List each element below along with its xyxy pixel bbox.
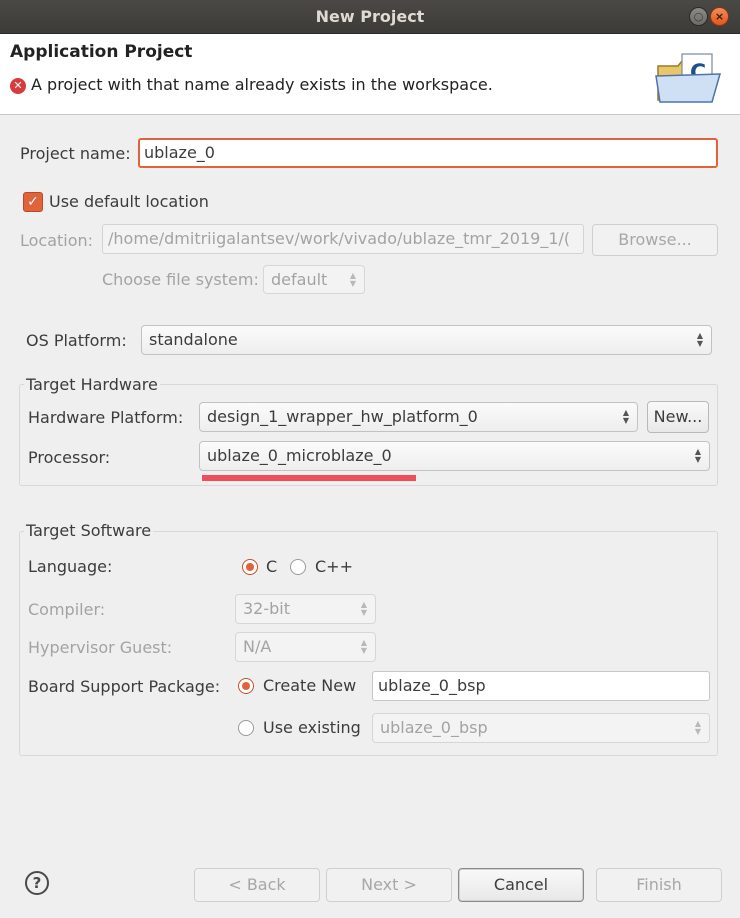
- bsp-use-existing-label: Use existing: [263, 718, 361, 737]
- hypervisor-guest-label: Hypervisor Guest:: [28, 638, 173, 657]
- spinner-arrows-icon: ▲ ▼: [694, 719, 701, 736]
- file-system-value: default: [271, 270, 328, 289]
- compiler-value: 32-bit: [243, 599, 291, 618]
- window-title: New Project: [315, 7, 425, 26]
- spinner-arrows-icon: ▲ ▼: [696, 331, 703, 348]
- processor-label: Processor:: [28, 448, 111, 467]
- help-icon[interactable]: ?: [25, 871, 49, 895]
- bsp-existing-select[interactable]: ublaze_0_bsp ▲ ▼: [372, 713, 710, 743]
- new-hardware-button[interactable]: New...: [647, 401, 709, 433]
- language-cpp-label: C++: [315, 557, 353, 576]
- language-cpp-radio[interactable]: [290, 559, 306, 575]
- bsp-name-input[interactable]: ublaze_0_bsp: [372, 671, 710, 701]
- hypervisor-guest-select[interactable]: N/A ▲ ▼: [235, 632, 376, 662]
- processor-highlight-underline: [202, 475, 416, 481]
- hardware-platform-label: Hardware Platform:: [28, 408, 184, 427]
- compiler-label: Compiler:: [28, 600, 106, 619]
- hardware-platform-value: design_1_wrapper_hw_platform_0: [207, 407, 478, 426]
- file-system-label: Choose file system:: [102, 270, 259, 289]
- language-label: Language:: [28, 557, 113, 576]
- bsp-label: Board Support Package:: [28, 677, 221, 696]
- bsp-create-new-radio[interactable]: [238, 678, 254, 694]
- language-c-radio[interactable]: [242, 559, 258, 575]
- minimize-button[interactable]: ○: [689, 7, 708, 26]
- file-system-select[interactable]: default ▲ ▼: [263, 265, 365, 294]
- os-platform-label: OS Platform:: [26, 331, 127, 350]
- spinner-arrows-icon: ▲ ▼: [694, 447, 701, 464]
- compiler-select[interactable]: 32-bit ▲ ▼: [235, 594, 376, 624]
- processor-select[interactable]: ublaze_0_microblaze_0 ▲ ▼: [199, 441, 710, 471]
- bsp-existing-value: ublaze_0_bsp: [380, 718, 488, 737]
- bsp-create-new-label: Create New: [263, 676, 357, 695]
- location-label: Location:: [20, 231, 94, 250]
- spinner-arrows-icon: ▲ ▼: [349, 270, 356, 288]
- close-button[interactable]: ×: [710, 7, 729, 26]
- spinner-arrows-icon: ▲ ▼: [622, 408, 629, 425]
- os-platform-select[interactable]: standalone ▲ ▼: [141, 325, 712, 355]
- hardware-platform-select[interactable]: design_1_wrapper_hw_platform_0 ▲ ▼: [199, 402, 638, 432]
- next-button[interactable]: Next >: [326, 868, 452, 902]
- c-project-folder-icon: C: [655, 53, 722, 103]
- cancel-button[interactable]: Cancel: [458, 868, 584, 902]
- browse-button[interactable]: Browse...: [592, 224, 718, 256]
- error-message: A project with that name already exists …: [31, 75, 493, 94]
- project-name-label: Project name:: [20, 144, 131, 163]
- use-default-location-checkbox[interactable]: ✓: [23, 192, 43, 212]
- language-c-label: C: [266, 557, 278, 576]
- wizard-page-title: Application Project: [10, 42, 193, 62]
- location-input[interactable]: /home/dmitriigalantsev/work/vivado/ublaz…: [102, 224, 584, 254]
- use-default-location-label: Use default location: [49, 192, 209, 211]
- target-software-legend: Target Software: [24, 521, 154, 540]
- error-icon: ✕: [10, 78, 26, 94]
- bsp-use-existing-radio[interactable]: [238, 720, 254, 736]
- os-platform-value: standalone: [149, 330, 238, 349]
- back-button[interactable]: < Back: [194, 868, 320, 902]
- spinner-arrows-icon: ▲ ▼: [360, 600, 367, 617]
- hypervisor-guest-value: N/A: [243, 637, 272, 656]
- project-name-input[interactable]: ublaze_0: [138, 138, 718, 168]
- spinner-arrows-icon: ▲ ▼: [360, 638, 367, 655]
- processor-value: ublaze_0_microblaze_0: [207, 446, 392, 465]
- finish-button[interactable]: Finish: [596, 868, 722, 902]
- target-hardware-legend: Target Hardware: [24, 375, 160, 394]
